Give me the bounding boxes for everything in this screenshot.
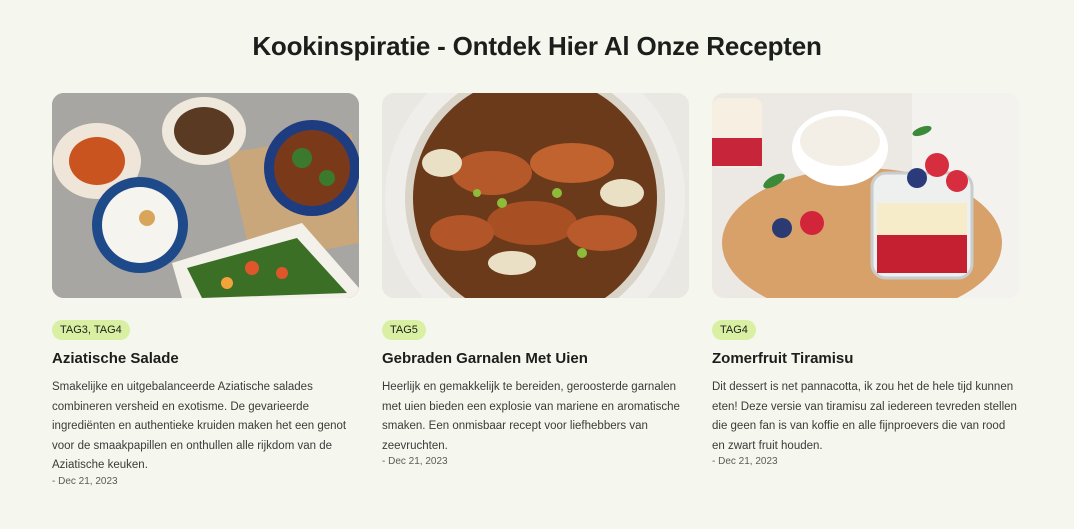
recipe-title[interactable]: Aziatische Salade — [52, 350, 359, 368]
summer-fruit-tiramisu-image — [712, 93, 1019, 298]
recipe-title[interactable]: Gebraden Garnalen Met Uien — [382, 350, 689, 368]
recipes-page: Kookinspiratie - Ontdek Hier Al Onze Rec… — [0, 0, 1074, 529]
recipe-card-zomerfruit-tiramisu[interactable]: TAG4 Zomerfruit Tiramisu Dit dessert is … — [712, 93, 1019, 468]
recipe-image[interactable] — [712, 93, 1019, 298]
recipe-description: Dit dessert is net pannacotta, ik zou he… — [712, 381, 1017, 452]
shrimp-onions-image — [382, 93, 689, 298]
tag-badge[interactable]: TAG4 — [712, 320, 756, 340]
recipe-date: - Dec 21, 2023 — [382, 456, 448, 467]
recipe-card-gebraden-garnalen[interactable]: TAG5 Gebraden Garnalen Met Uien Heerlijk… — [382, 93, 689, 468]
recipe-title[interactable]: Zomerfruit Tiramisu — [712, 350, 1019, 368]
recipe-date: - Dec 21, 2023 — [712, 456, 778, 467]
page-title: Kookinspiratie - Ontdek Hier Al Onze Rec… — [252, 31, 822, 61]
tag-badge[interactable]: TAG5 — [382, 320, 426, 340]
recipe-card-aziatische-salade[interactable]: TAG3, TAG4 Aziatische Salade Smakelijke … — [52, 93, 359, 488]
tag-badge[interactable]: TAG3, TAG4 — [52, 320, 130, 340]
asian-salad-image — [52, 93, 359, 298]
recipe-description: Heerlijk en gemakkelijk te bereiden, ger… — [382, 381, 680, 452]
recipe-description: Smakelijke en uitgebalanceerde Aziatisch… — [52, 381, 347, 471]
recipe-image[interactable] — [52, 93, 359, 298]
recipe-image[interactable] — [382, 93, 689, 298]
recipe-date: - Dec 21, 2023 — [52, 475, 118, 487]
